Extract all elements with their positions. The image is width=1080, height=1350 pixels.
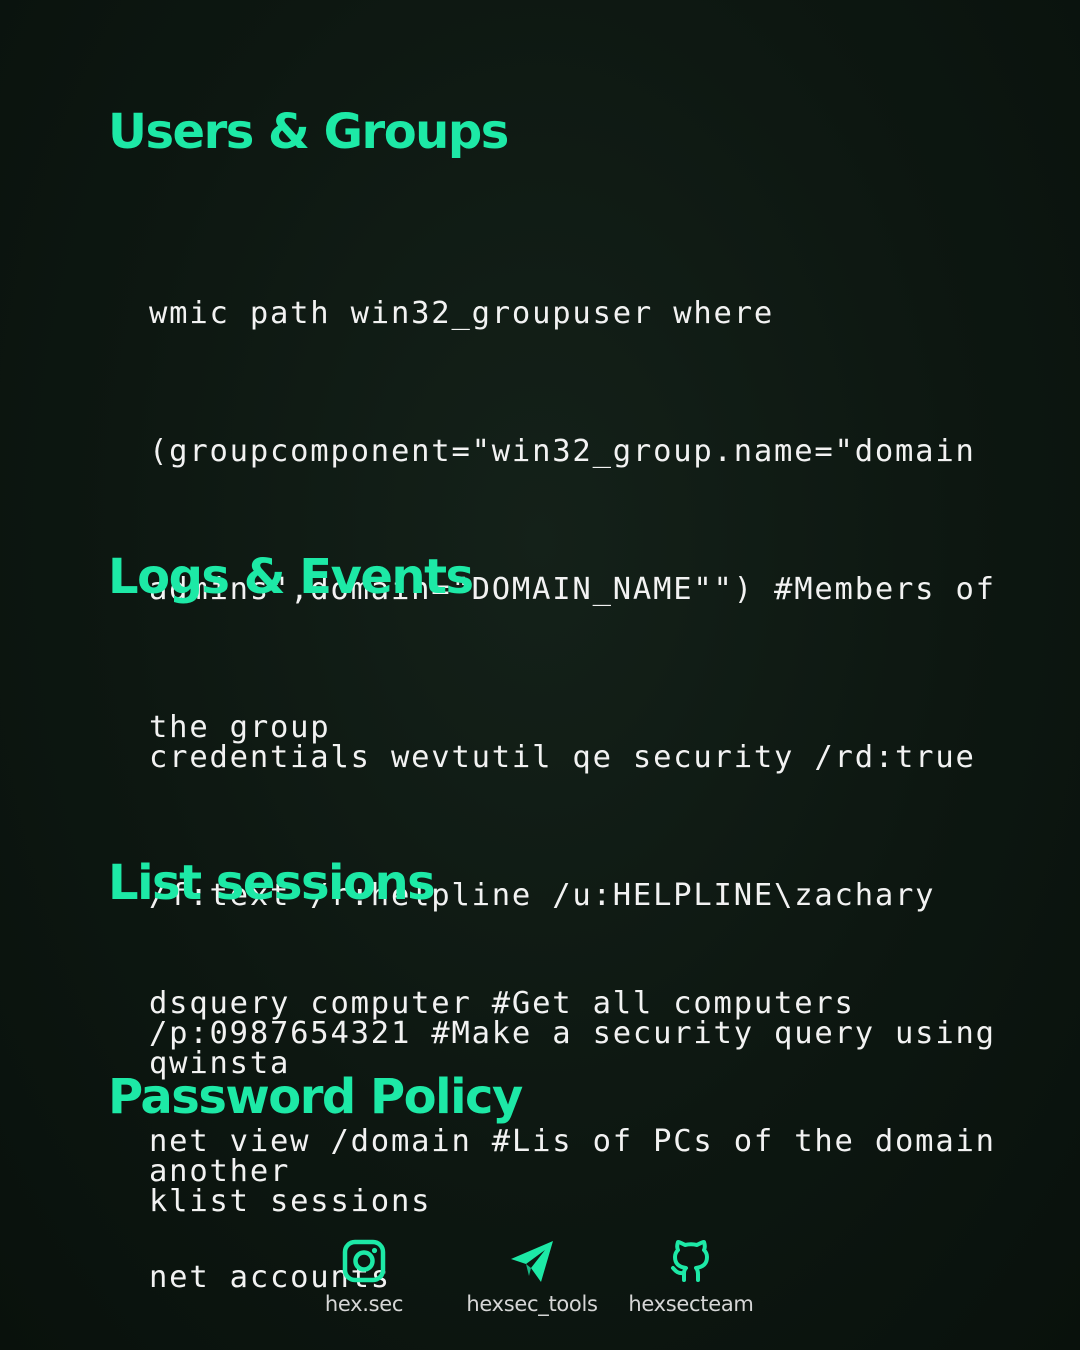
github-icon	[671, 1240, 709, 1282]
code-line: wmic path win32_groupuser where	[149, 296, 775, 331]
social-footer: hex.sec hexsec_tools hexsecteam	[0, 1236, 1080, 1326]
instagram-icon	[342, 1239, 386, 1283]
code-line: credentials wevtutil qe security /rd:tru…	[149, 740, 976, 775]
code-line: (groupcomponent="win32_group.name="domai…	[149, 434, 976, 469]
github-handle: hexsecteam	[628, 1292, 754, 1316]
section-title-logs-events: Logs & Events	[108, 549, 474, 605]
section-title-users-groups: Users & Groups	[108, 104, 509, 160]
telegram-icon	[511, 1241, 553, 1282]
section-title-list-sessions: List sessions	[108, 855, 436, 911]
github-link[interactable]: hexsecteam	[591, 1236, 791, 1316]
section-title-password-policy: Password Policy	[108, 1069, 523, 1125]
